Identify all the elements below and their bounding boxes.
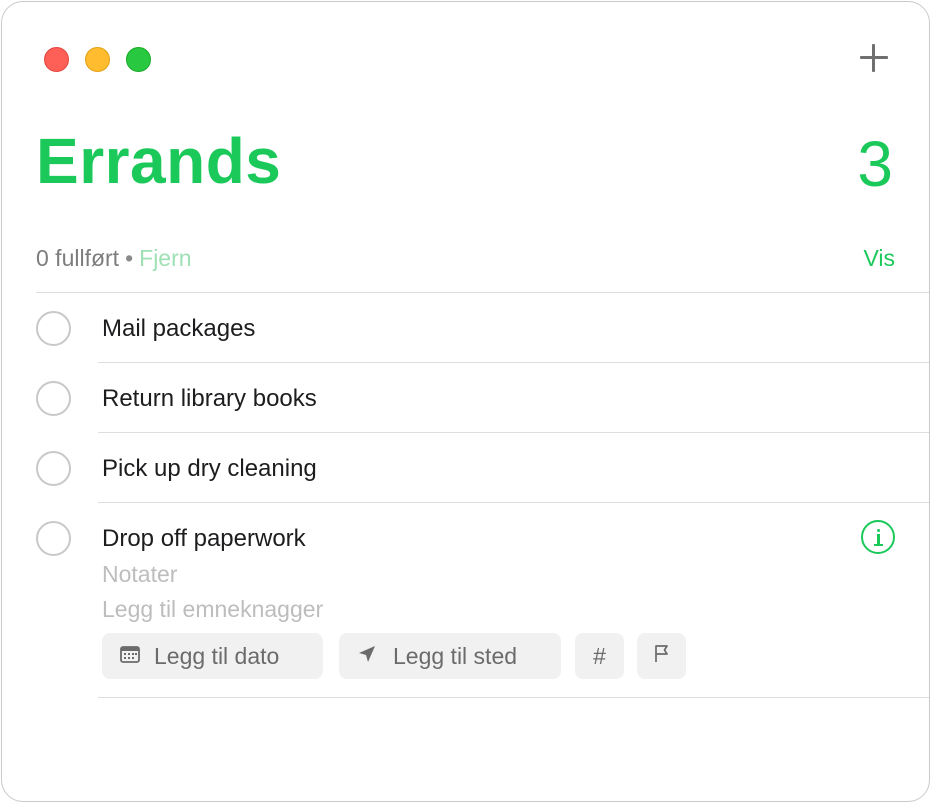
task-divider: [98, 502, 929, 503]
task-title[interactable]: Mail packages: [102, 315, 255, 343]
info-icon[interactable]: [861, 520, 895, 554]
task-divider: [98, 432, 929, 433]
header-divider: [36, 292, 929, 293]
completed-count-text: 0 fullført: [36, 245, 120, 271]
plus-icon-stroke: [872, 44, 875, 72]
add-place-label: Legg til sted: [393, 642, 518, 669]
flag-button[interactable]: [637, 633, 686, 679]
info-icon-dot: [877, 529, 880, 532]
task-checkbox[interactable]: [36, 521, 71, 556]
task-title[interactable]: Return library books: [102, 385, 317, 413]
task-title[interactable]: Drop off paperwork: [102, 525, 306, 553]
clear-completed-link[interactable]: Fjern: [139, 245, 191, 271]
tags-field[interactable]: Legg til emneknagger: [102, 596, 323, 623]
minimize-window-button[interactable]: [85, 47, 110, 72]
reminders-window: Errands 3 0 fullført • Fjern Vis Mail pack…: [1, 1, 930, 802]
task-divider: [98, 697, 929, 698]
list-title: Errands: [36, 125, 282, 197]
calendar-icon: [120, 645, 140, 668]
task-checkbox[interactable]: [36, 451, 71, 486]
task-title[interactable]: Pick up dry cleaning: [102, 455, 317, 483]
separator-dot: •: [125, 245, 134, 271]
zoom-window-button[interactable]: [126, 47, 151, 72]
task-divider: [98, 362, 929, 363]
add-date-button[interactable]: Legg til dato: [102, 633, 323, 679]
show-completed-link[interactable]: Vis: [863, 245, 895, 272]
info-icon-foot: [874, 544, 883, 546]
completed-status: 0 fullført • Fjern: [36, 245, 192, 272]
task-checkbox[interactable]: [36, 381, 71, 416]
location-arrow-icon: [357, 644, 377, 669]
close-window-button[interactable]: [44, 47, 69, 72]
reminder-count: 3: [857, 128, 893, 200]
add-date-label: Legg til dato: [154, 642, 280, 669]
add-tag-button[interactable]: #: [575, 633, 624, 679]
add-reminder-button[interactable]: [858, 42, 890, 74]
notes-field[interactable]: Notater: [102, 561, 177, 588]
add-place-button[interactable]: Legg til sted: [339, 633, 561, 679]
flag-icon: [652, 644, 672, 669]
hashtag-icon: #: [593, 642, 606, 669]
task-checkbox[interactable]: [36, 311, 71, 346]
